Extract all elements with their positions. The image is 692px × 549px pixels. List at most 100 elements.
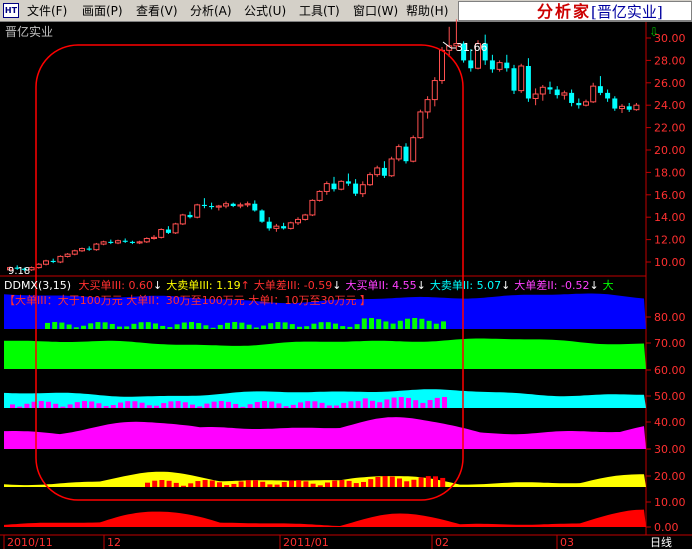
candle-body <box>209 206 215 208</box>
indicator-header: DDMX(3,15) 大买单III: 0.60↓ 大卖单III: 1.19↑ 大单差… <box>4 277 614 293</box>
hist-bar-magenta <box>434 397 440 408</box>
hist-bar-green <box>318 322 324 329</box>
candle-body <box>532 93 539 99</box>
candle-body <box>576 102 582 106</box>
candle-body <box>374 167 381 176</box>
hist-bar-magenta <box>139 402 145 408</box>
hist-bar-magenta <box>262 401 267 408</box>
hist-bar-magenta <box>110 405 116 408</box>
hist-bar-red <box>195 481 201 487</box>
candle-body <box>619 105 625 110</box>
candle-body <box>353 183 359 194</box>
hist-bar-magenta <box>190 404 195 408</box>
hist-bar-green <box>275 322 281 329</box>
indicator-arrow-icon: ↓ <box>501 279 511 292</box>
hist-bar-green <box>160 325 166 329</box>
hist-bar-magenta <box>326 405 332 408</box>
indicator-arrow-icon: ↑ <box>240 279 250 292</box>
chart-canvas[interactable]: ⇩ 30.0028.0026.0024.0022.0020.0018.0016.… <box>0 0 692 549</box>
indicator-arrow-icon: ↓ <box>416 279 426 292</box>
hist-bar-green <box>225 322 230 329</box>
candle-body <box>43 260 49 265</box>
hist-bar-green <box>210 327 216 329</box>
candle-body <box>539 86 546 95</box>
candle-body <box>554 89 560 96</box>
candle-body <box>50 260 56 262</box>
hist-bar-magenta <box>233 403 239 408</box>
candle-body <box>302 214 309 220</box>
candle-body <box>489 60 495 70</box>
indicator-title: DDMX(3,15) <box>4 279 72 292</box>
hist-bar-magenta <box>168 401 174 408</box>
indicator-tick-label: 10.00 <box>654 496 686 509</box>
candle-body <box>583 101 589 106</box>
candle-body <box>561 92 568 96</box>
hist-bar-green <box>181 322 187 329</box>
hist-bar-green <box>217 324 223 329</box>
hist-bar-magenta <box>132 401 138 408</box>
hist-bar-red <box>245 480 251 487</box>
candle-body <box>201 204 207 206</box>
hist-bar-red <box>339 480 345 487</box>
hist-bar-red <box>418 477 424 487</box>
candle-body <box>64 253 71 257</box>
hist-bar-green <box>282 322 288 329</box>
candle-body <box>605 92 611 99</box>
candle-body <box>612 98 618 109</box>
hist-bar-green <box>145 322 151 329</box>
hist-bar-red <box>310 483 316 487</box>
hist-bar-green <box>138 322 144 329</box>
hist-bar-red <box>404 481 410 487</box>
hist-bar-green <box>239 322 245 329</box>
candle-body <box>179 214 186 225</box>
hist-bar-red <box>332 480 338 487</box>
candle-body <box>410 137 417 162</box>
hist-bar-red <box>217 482 222 487</box>
candle-body <box>136 241 143 244</box>
candle-body <box>381 167 387 176</box>
indicator-value: 大单差II: -0.52 <box>514 279 590 292</box>
hist-bar-magenta <box>305 401 311 408</box>
time-tick-label: 2011/01 <box>283 536 329 549</box>
hist-bar-green <box>376 319 382 329</box>
hist-bar-red <box>296 480 302 487</box>
hist-bar-green <box>325 322 331 329</box>
hist-bar-red <box>382 476 388 487</box>
candle-body <box>547 87 553 90</box>
high-price-label: 31.66 <box>456 41 488 54</box>
candle-body <box>281 226 287 229</box>
candle-body <box>266 221 272 229</box>
band-level-green <box>4 338 646 369</box>
hist-bar-red <box>253 480 258 487</box>
time-tick-label: 02 <box>435 536 449 549</box>
hist-bar-green <box>361 318 367 329</box>
price-tick-label: 28.00 <box>654 54 686 67</box>
hist-bar-magenta <box>38 401 44 408</box>
hist-bar-green <box>405 318 410 329</box>
price-tick-label: 20.00 <box>654 144 686 157</box>
candle-body <box>439 49 445 82</box>
hist-bar-red <box>231 483 237 487</box>
hist-bar-magenta <box>197 406 203 408</box>
indicator-tick-label: 40.00 <box>654 416 686 429</box>
hist-bar-magenta <box>226 401 231 408</box>
indicator-tick-label: 0.00 <box>654 521 679 534</box>
hist-bar-red <box>317 485 323 487</box>
time-tick-label: 2010/11 <box>7 536 53 549</box>
hist-bar-magenta <box>334 405 339 408</box>
candle-body <box>187 214 193 218</box>
hist-bar-red <box>224 485 230 487</box>
candle-body <box>244 203 251 206</box>
candle-body <box>569 92 575 103</box>
hist-bar-magenta <box>348 401 354 408</box>
period-label[interactable]: 日线 <box>650 535 672 549</box>
hist-bar-green <box>66 324 72 329</box>
hist-bar-red <box>425 476 431 487</box>
hist-bar-red <box>181 485 186 487</box>
candle-body <box>468 60 474 69</box>
hist-bar-magenta <box>74 402 80 408</box>
indicator-value: 大卖单II: 5.07 <box>429 279 502 292</box>
hist-bar-magenta <box>269 401 275 408</box>
hist-bar-green <box>268 323 274 329</box>
price-tick-label: 18.00 <box>654 166 686 179</box>
